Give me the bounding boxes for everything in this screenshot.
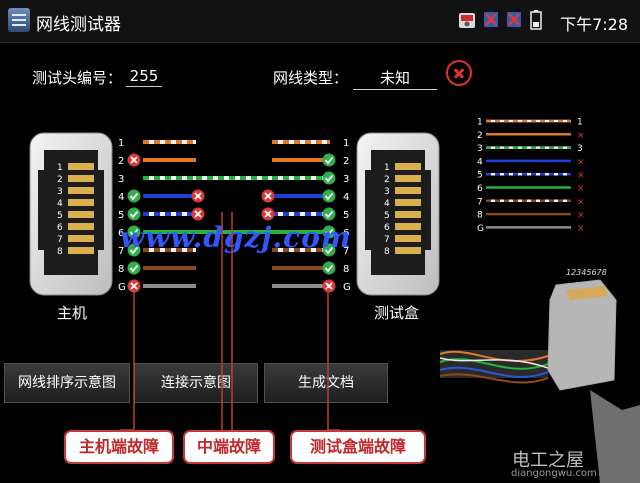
remote-pin-status-icon: [322, 261, 336, 275]
pin-map-fail-mark: ×: [577, 224, 585, 234]
svg-text:5: 5: [477, 171, 483, 181]
svg-text:3: 3: [577, 144, 583, 154]
watermark-url: www.dgzj.com: [120, 221, 352, 254]
pin-map-row: 33: [477, 144, 583, 154]
pin-number-right: G: [343, 282, 351, 293]
wire-row: 55: [118, 207, 349, 221]
host-label: 主机: [57, 304, 88, 322]
svg-text:G: G: [477, 224, 484, 234]
pin-number-left: 5: [118, 210, 124, 221]
svg-text:1: 1: [477, 118, 483, 128]
middle-fault-icon: [191, 189, 205, 203]
pin-map-fail-mark: ×: [577, 171, 585, 181]
svg-text:1: 1: [577, 118, 583, 128]
pin-number-right: 8: [343, 264, 349, 275]
svg-text:1: 1: [57, 163, 63, 173]
remote-pin-status-icon: [322, 153, 336, 167]
sort-diagram-button[interactable]: 网线排序示意图: [4, 363, 130, 403]
middle-fault-icon: [261, 207, 275, 221]
host-pin-status-icon: [127, 279, 141, 293]
svg-text:8: 8: [57, 247, 63, 257]
pin-map-row: 11: [477, 118, 583, 128]
svg-text:4: 4: [384, 199, 390, 209]
pin-map-row: 4 ×: [477, 157, 585, 167]
svg-text:6: 6: [57, 223, 63, 233]
svg-text:3: 3: [57, 187, 63, 197]
remote-pin-status-icon: [322, 207, 336, 221]
pin-number-right: 5: [343, 210, 349, 221]
svg-text:2: 2: [477, 131, 483, 141]
svg-text:2: 2: [384, 175, 390, 185]
wire-row: 22: [118, 153, 349, 167]
svg-text:2: 2: [57, 175, 63, 185]
pin-number-left: 3: [118, 174, 124, 185]
svg-text:4: 4: [477, 157, 483, 167]
pin-map-row: 6 ×: [477, 184, 585, 194]
pin-number-left: 2: [118, 156, 124, 167]
svg-text:1: 1: [384, 163, 390, 173]
site-url-watermark: diangongwu.com: [511, 468, 597, 479]
pin-map-fail-mark: ×: [577, 197, 585, 207]
host-pin-status-icon: [127, 153, 141, 167]
pin-number-left: 8: [118, 264, 124, 275]
pin-number-left: 1: [118, 138, 124, 149]
svg-text:8: 8: [384, 247, 390, 257]
svg-text:4: 4: [57, 199, 63, 209]
host-pin-status-icon: [127, 189, 141, 203]
wire-row: 33: [118, 171, 349, 185]
pin-map-row: 8 ×: [477, 211, 585, 221]
pin-number-left: 4: [118, 192, 124, 203]
pin-map-fail-mark: ×: [577, 131, 585, 141]
pin-number-left: G: [118, 282, 126, 293]
pin-map-fail-mark: ×: [577, 211, 585, 221]
remote-pin-status-icon: [322, 171, 336, 185]
wire-row: GG: [118, 279, 351, 293]
pin-map-fail-mark: ×: [577, 184, 585, 194]
remote-label: 测试盒: [374, 304, 420, 322]
wire-row: 88: [118, 261, 349, 275]
svg-text:8: 8: [477, 211, 483, 221]
host-pin-status-icon: [127, 207, 141, 221]
connector-pin-numbers: 12345678: [566, 268, 607, 277]
svg-text:3: 3: [384, 187, 390, 197]
middle-fault-icon: [191, 207, 205, 221]
pin-map-row: 7 ×: [477, 197, 585, 207]
svg-text:6: 6: [477, 184, 483, 194]
svg-text:7: 7: [384, 235, 390, 245]
svg-text:5: 5: [57, 211, 63, 221]
connection-diagram-button[interactable]: 连接示意图: [134, 363, 258, 403]
generate-document-button[interactable]: 生成文档: [264, 363, 388, 403]
remote-fault-label: 测试盒端故障: [290, 430, 426, 464]
middle-fault-label: 中端故障: [183, 430, 275, 464]
svg-text:6: 6: [384, 223, 390, 233]
pin-number-right: 3: [343, 174, 349, 185]
pin-map-row: 5 ×: [477, 171, 585, 181]
remote-pin-status-icon: [322, 189, 336, 203]
wire-row: 11: [118, 138, 349, 149]
svg-text:3: 3: [477, 144, 483, 154]
svg-text:7: 7: [477, 197, 483, 207]
svg-text:5: 5: [384, 211, 390, 221]
pin-number-right: 1: [343, 138, 349, 149]
pin-number-right: 4: [343, 192, 349, 203]
middle-fault-icon: [261, 189, 275, 203]
host-pin-status-icon: [127, 261, 141, 275]
wire-row: 44: [118, 189, 349, 203]
pin-map-fail-mark: ×: [577, 157, 585, 167]
svg-text:7: 7: [57, 235, 63, 245]
host-fault-label: 主机端故障: [64, 430, 174, 464]
pin-map-row: 2 ×: [477, 131, 585, 141]
pin-number-right: 2: [343, 156, 349, 167]
remote-pin-status-icon: [322, 279, 336, 293]
pin-map-row: G ×: [477, 224, 585, 234]
